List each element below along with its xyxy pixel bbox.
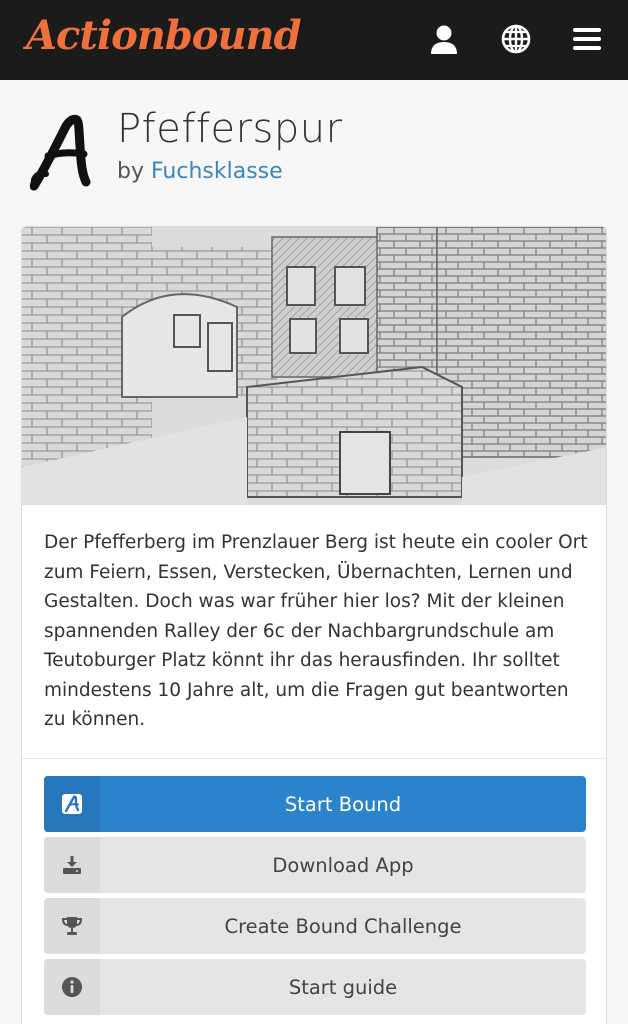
bound-title: Pfefferspur [117,106,343,152]
top-navbar: Actionbound [0,0,628,80]
download-icon [63,856,81,874]
bound-description: Der Pfefferberg im Prenzlauer Berg ist h… [44,532,588,730]
create-challenge-button[interactable]: Create Bound Challenge [44,898,586,954]
bound-card: Der Pfefferberg im Prenzlauer Berg ist h… [21,226,607,1024]
start-guide-label: Start guide [288,975,398,999]
trophy-icon-box [44,898,100,954]
create-challenge-label: Create Bound Challenge [224,914,462,938]
bound-logo-icon [30,114,91,191]
actionbound-logo[interactable]: Actionbound [26,12,302,59]
start-icon-box [44,776,100,832]
trophy-icon [61,917,83,935]
author-link[interactable]: Fuchsklasse [151,159,283,184]
info-icon [62,977,82,997]
cover-image [22,227,606,505]
download-app-label: Download App [272,853,414,877]
start-bound-label: Start Bound [284,792,402,816]
start-guide-button[interactable]: Start guide [44,959,586,1015]
actionbound-a-icon [62,794,82,814]
download-icon-box [44,837,100,893]
author-prefix: by [117,159,144,184]
start-bound-button[interactable]: Start Bound [44,776,586,832]
globe-icon[interactable] [499,22,533,56]
divider [22,758,606,759]
info-icon-box [44,959,100,1015]
menu-icon[interactable] [570,22,604,56]
bound-author: by Fuchsklasse [117,159,283,184]
download-app-button[interactable]: Download App [44,837,586,893]
user-icon[interactable] [427,22,461,56]
